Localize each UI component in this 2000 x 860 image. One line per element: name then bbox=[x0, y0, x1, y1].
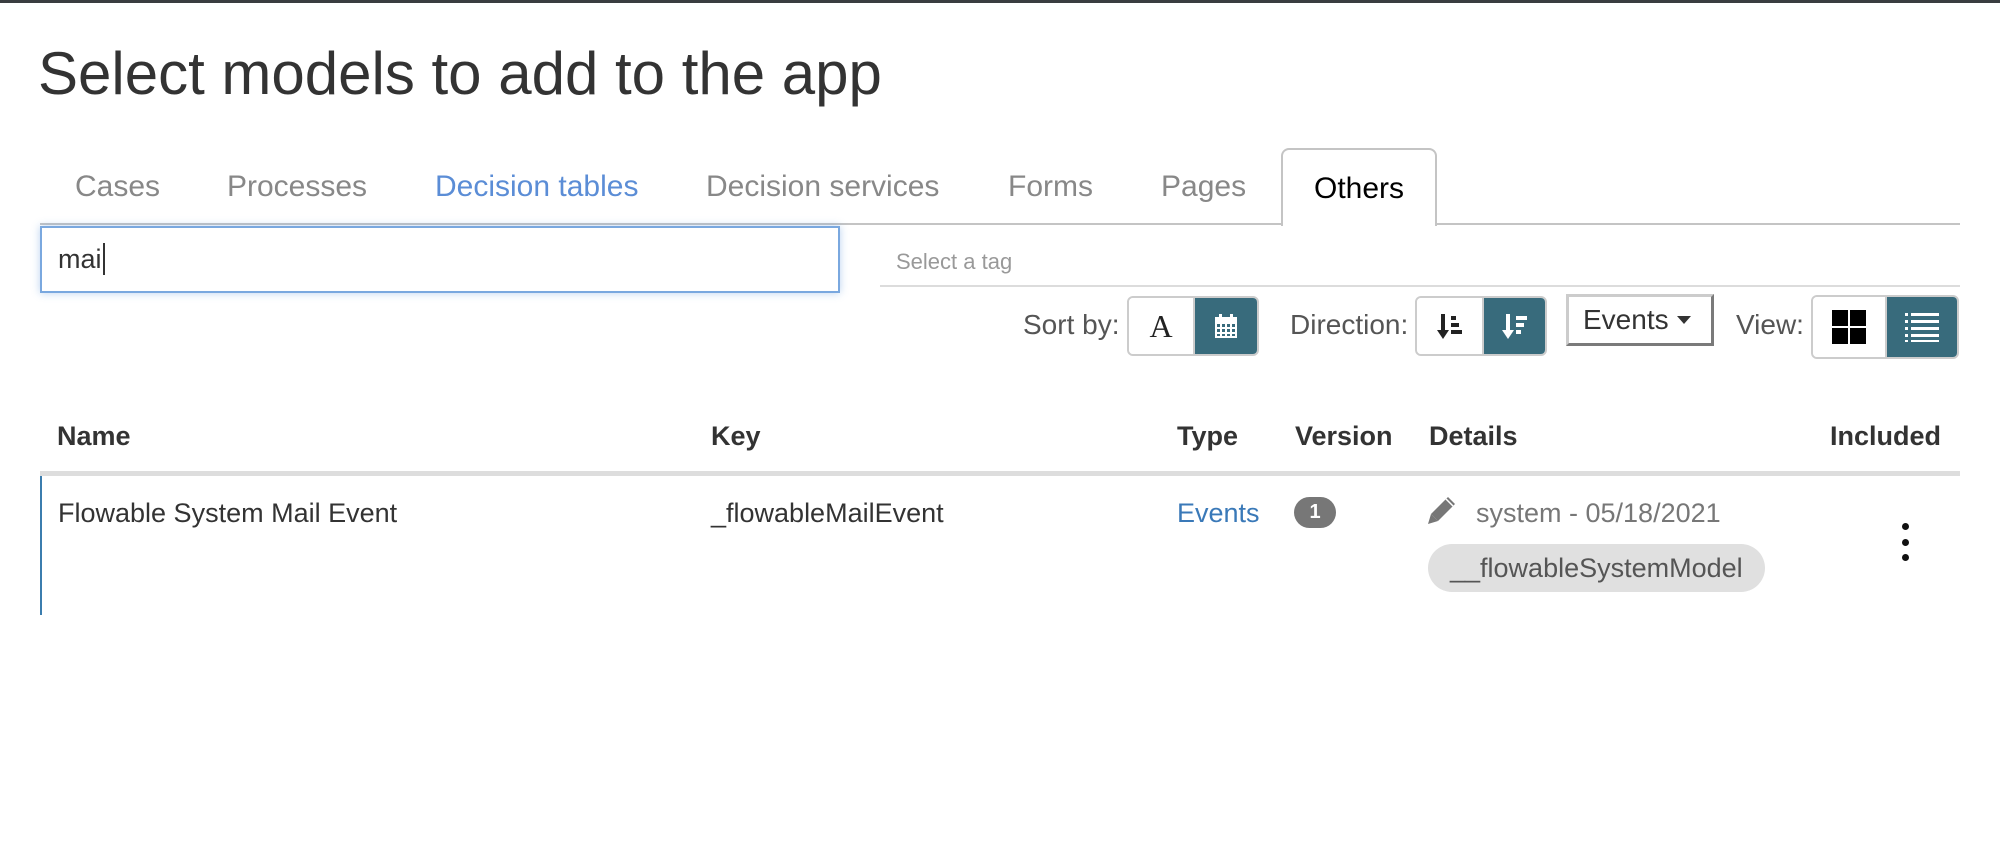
chevron-down-icon bbox=[1676, 315, 1691, 324]
view-grid-button[interactable] bbox=[1813, 297, 1887, 357]
direction-ascending-button[interactable] bbox=[1417, 298, 1484, 354]
sort-by-group: A bbox=[1127, 296, 1259, 356]
view-list-button[interactable] bbox=[1887, 297, 1957, 357]
row-actions-kebab-icon[interactable] bbox=[1895, 523, 1915, 561]
sort-alphabetical-button[interactable]: A bbox=[1129, 298, 1195, 354]
column-header-details[interactable]: Details bbox=[1429, 418, 1518, 454]
row-key: _flowableMailEvent bbox=[711, 498, 944, 528]
view-label: View: bbox=[1736, 309, 1804, 340]
type-filter-dropdown[interactable]: Events bbox=[1566, 294, 1714, 346]
row-tag-pill: __flowableSystemModel bbox=[1428, 544, 1765, 592]
sort-date-button[interactable] bbox=[1195, 298, 1257, 354]
direction-group bbox=[1415, 296, 1547, 356]
row-type-link[interactable]: Events bbox=[1177, 496, 1260, 530]
sort-amount-desc-icon bbox=[1501, 314, 1527, 339]
grid-icon bbox=[1832, 310, 1866, 344]
list-icon bbox=[1905, 313, 1939, 342]
column-header-type[interactable]: Type bbox=[1177, 418, 1238, 454]
search-input[interactable]: mai bbox=[40, 226, 840, 293]
sort-amount-asc-icon bbox=[1436, 314, 1462, 339]
direction-label: Direction: bbox=[1290, 309, 1409, 340]
pencil-icon bbox=[1428, 497, 1455, 524]
tag-select-placeholder: Select a tag bbox=[896, 249, 1013, 274]
window-top-border bbox=[0, 0, 2000, 3]
tab-others[interactable]: Others bbox=[1281, 148, 1437, 226]
direction-descending-button[interactable] bbox=[1484, 298, 1545, 354]
tab-processes[interactable]: Processes bbox=[227, 148, 367, 225]
tab-pages[interactable]: Pages bbox=[1161, 148, 1246, 225]
type-filter-value: Events bbox=[1583, 304, 1669, 335]
tab-decision-tables[interactable]: Decision tables bbox=[435, 148, 638, 225]
alphabetical-icon: A bbox=[1149, 307, 1173, 344]
page-title: Select models to add to the app bbox=[38, 40, 882, 107]
column-header-version[interactable]: Version bbox=[1295, 418, 1393, 454]
view-group bbox=[1811, 295, 1959, 359]
sort-by-label: Sort by: bbox=[1023, 309, 1120, 340]
column-header-name[interactable]: Name bbox=[57, 418, 131, 454]
row-name[interactable]: Flowable System Mail Event bbox=[58, 496, 397, 530]
row-details-modified: system - 05/18/2021 bbox=[1476, 498, 1721, 528]
column-header-included[interactable]: Included bbox=[1830, 418, 1941, 454]
version-badge: 1 bbox=[1294, 497, 1336, 528]
calendar-icon bbox=[1215, 314, 1237, 338]
text-caret bbox=[102, 242, 105, 275]
tab-cases[interactable]: Cases bbox=[75, 148, 160, 225]
tag-select[interactable]: Select a tag bbox=[880, 240, 1960, 287]
tab-forms[interactable]: Forms bbox=[1008, 148, 1093, 225]
column-header-key[interactable]: Key bbox=[711, 418, 761, 454]
search-input-value: mai bbox=[58, 244, 102, 274]
tab-decision-services[interactable]: Decision services bbox=[706, 148, 939, 225]
